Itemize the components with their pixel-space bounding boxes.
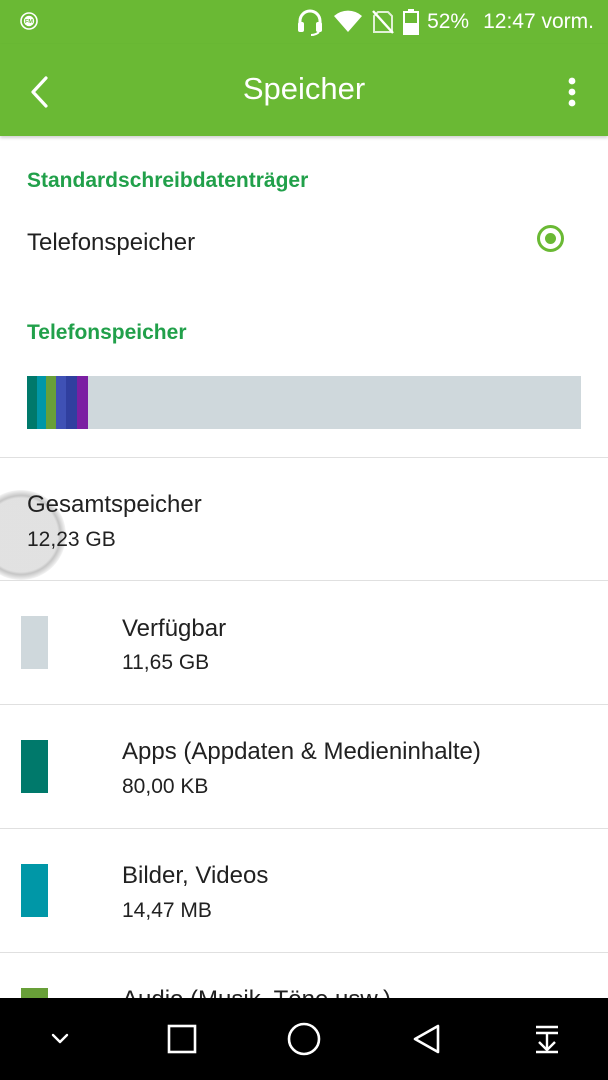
section-header-default-storage: Standardschreibdatenträger — [27, 169, 309, 192]
category-color-swatch — [21, 740, 48, 793]
overflow-menu-button[interactable] — [552, 70, 592, 114]
usage-segment — [46, 376, 56, 429]
app-bar: Speicher — [0, 44, 608, 136]
section-header-phone-storage: Telefonspeicher — [27, 321, 187, 344]
total-storage-row[interactable]: Gesamtspeicher 12,23 GB — [0, 458, 608, 580]
category-color-swatch — [21, 988, 48, 998]
category-color-swatch — [21, 616, 48, 669]
total-storage-value: 12,23 GB — [27, 528, 116, 551]
status-bar: FM 52% 12:47 vorm. — [0, 0, 608, 44]
usage-segment — [56, 376, 66, 429]
navigation-bar — [0, 998, 608, 1080]
category-color-swatch — [21, 864, 48, 917]
default-storage-option-label: Telefonspeicher — [27, 229, 196, 256]
collapse-nav-button[interactable] — [35, 1014, 85, 1064]
category-row-available[interactable]: Verfügbar 11,65 GB — [0, 581, 608, 704]
storage-usage-bar — [27, 376, 581, 429]
overflow-menu-icon — [568, 77, 576, 107]
usage-segment — [27, 376, 37, 429]
category-value: 80,00 KB — [122, 775, 209, 798]
recents-button[interactable] — [157, 1014, 207, 1064]
battery-percent: 52% — [427, 10, 470, 33]
category-value: 11,65 GB — [122, 651, 210, 674]
category-value: 14,47 MB — [122, 899, 212, 922]
category-row-apps[interactable]: Apps (Appdaten & Medieninhalte) 80,00 KB — [0, 705, 608, 828]
no-sim-icon — [372, 10, 394, 34]
category-label: Bilder, Videos — [122, 862, 269, 889]
collapse-chevron-icon — [51, 1033, 69, 1044]
home-button[interactable] — [279, 1014, 329, 1064]
clock: 12:47 vorm. — [483, 10, 594, 33]
fm-radio-icon: FM — [20, 12, 38, 30]
pull-down-button[interactable] — [522, 1014, 572, 1064]
category-row-images-videos[interactable]: Bilder, Videos 14,47 MB — [0, 829, 608, 952]
back-nav-button[interactable] — [401, 1014, 451, 1064]
category-row-audio[interactable]: Audio (Musik, Töne usw.) — [0, 953, 608, 998]
usage-segment — [66, 376, 77, 429]
radio-selected-dot — [545, 233, 556, 244]
battery-icon — [403, 9, 420, 35]
category-label: Audio (Musik, Töne usw.) — [122, 986, 391, 998]
default-storage-radio[interactable] — [537, 225, 564, 252]
recents-square-icon — [167, 1024, 197, 1054]
usage-segment — [77, 376, 88, 429]
usage-segment — [37, 376, 46, 429]
home-circle-icon — [287, 1022, 321, 1056]
category-label: Verfügbar — [122, 615, 227, 642]
total-storage-label: Gesamtspeicher — [27, 491, 202, 518]
page-title: Speicher — [242, 71, 366, 106]
category-label: Apps (Appdaten & Medieninhalte) — [122, 738, 481, 765]
default-storage-option[interactable]: Telefonspeicher — [0, 200, 608, 286]
headset-icon — [298, 9, 323, 36]
svg-text:FM: FM — [25, 19, 33, 25]
pull-down-icon — [536, 1025, 558, 1054]
back-triangle-icon — [413, 1024, 440, 1054]
wifi-icon — [334, 10, 363, 32]
